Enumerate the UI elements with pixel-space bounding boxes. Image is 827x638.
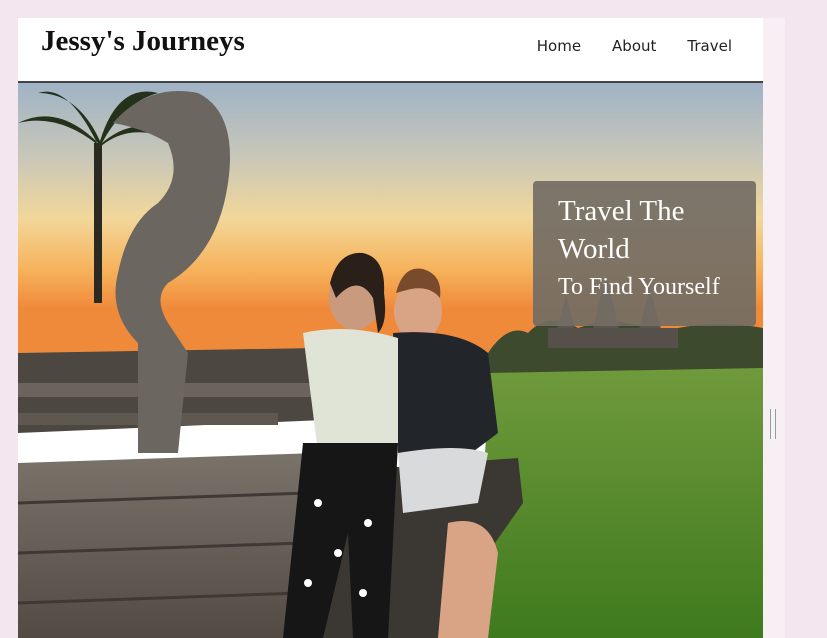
site-header: Jessy's Journeys Home About Travel xyxy=(18,18,763,83)
tagline-box: Travel The World To Find Yourself xyxy=(533,181,756,326)
tagline-heading: Travel The World xyxy=(558,195,685,265)
site-title[interactable]: Jessy's Journeys xyxy=(41,25,245,58)
main-nav: Home About Travel xyxy=(537,37,732,55)
resize-handle-icon[interactable] xyxy=(770,409,776,439)
tagline-subheading: To Find Yourself xyxy=(558,274,720,300)
nav-link-home[interactable]: Home xyxy=(537,37,581,55)
page-side-strip xyxy=(763,18,785,638)
nav-link-travel[interactable]: Travel xyxy=(687,37,732,55)
page-container: Jessy's Journeys Home About Travel Trave… xyxy=(18,18,763,638)
hero-image: Travel The World To Find Yourself xyxy=(18,83,763,638)
nav-link-about[interactable]: About xyxy=(612,37,656,55)
hero-photo xyxy=(18,83,763,638)
